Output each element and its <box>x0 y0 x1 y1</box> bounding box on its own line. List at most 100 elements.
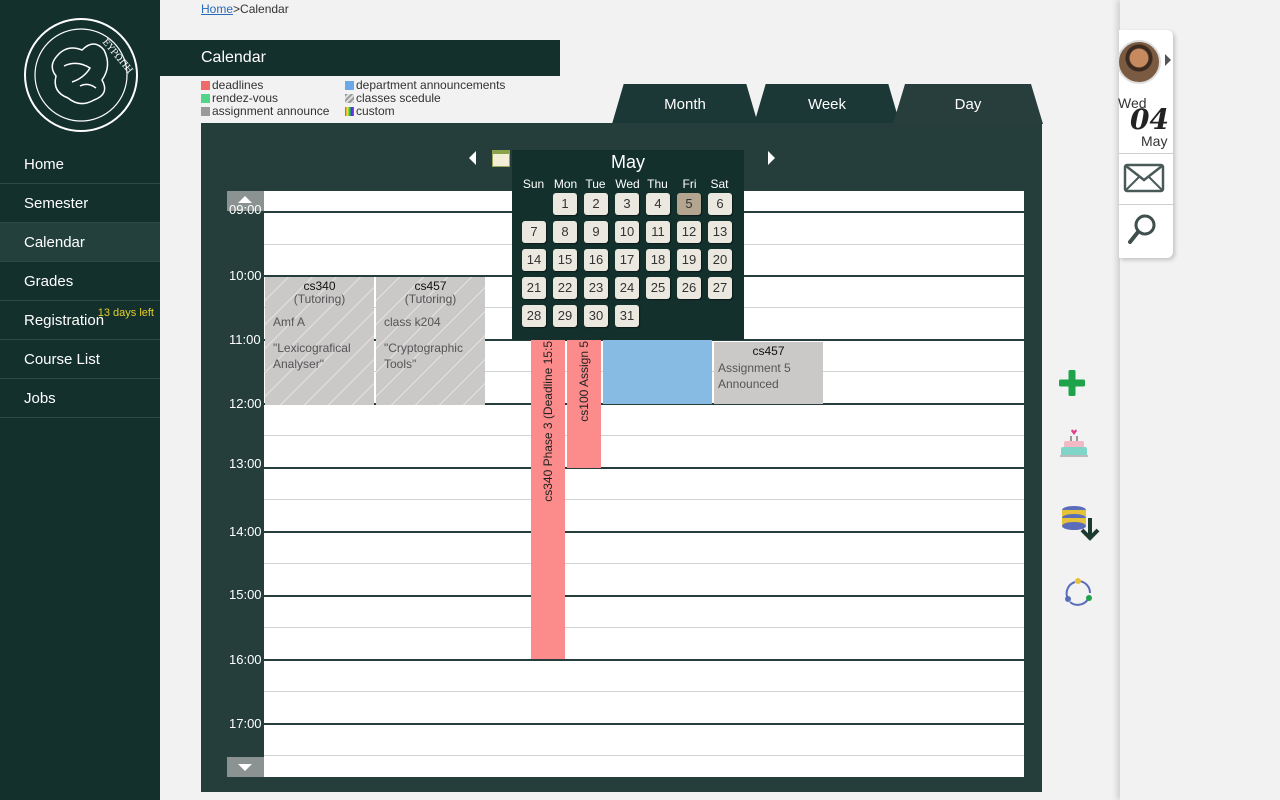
day-cell[interactable]: 15 <box>553 249 577 271</box>
weekday-header: Thu <box>647 177 668 191</box>
legend-swatch <box>201 107 210 116</box>
event-cs340-tutoring[interactable]: cs340 (Tutoring) Amf A "Lexicografical A… <box>265 277 374 405</box>
breadcrumb-home-link[interactable]: Home <box>201 2 233 16</box>
day-cell[interactable]: 31 <box>615 305 639 327</box>
tab-week[interactable]: Week <box>754 84 900 124</box>
day-cell[interactable]: 2 <box>584 193 608 215</box>
previous-day-arrow-icon[interactable] <box>469 151 476 165</box>
day-cell[interactable]: 6 <box>708 193 732 215</box>
logo-text: ΕΥΡΩΠΗ <box>100 38 135 77</box>
weekday-header: Sun <box>522 177 545 191</box>
day-cell[interactable]: 17 <box>615 249 639 271</box>
day-cell[interactable]: 25 <box>646 277 670 299</box>
day-cell[interactable]: 4 <box>646 193 670 215</box>
legend-label: department announcements <box>356 78 506 92</box>
tab-label: Month <box>664 96 706 113</box>
sidebar-item-semester[interactable]: Semester <box>0 184 160 223</box>
day-cell[interactable]: 13 <box>708 221 732 243</box>
hour-label: 16:00 <box>229 652 262 667</box>
sidebar-item-label: Calendar <box>24 234 85 251</box>
day-cell[interactable]: 3 <box>615 193 639 215</box>
day-cell[interactable]: 21 <box>522 277 546 299</box>
day-cell-today[interactable]: 5 <box>677 193 701 215</box>
day-cell[interactable]: 12 <box>677 221 701 243</box>
next-day-arrow-icon[interactable] <box>768 151 775 165</box>
sidebar-item-calendar[interactable]: Calendar <box>0 223 160 262</box>
chevron-down-icon <box>238 764 252 771</box>
sidebar-item-label: Grades <box>24 273 74 290</box>
day-cell[interactable]: 11 <box>646 221 670 243</box>
legend-label: deadlines <box>212 78 264 92</box>
tab-month[interactable]: Month <box>612 84 758 124</box>
divider <box>1119 204 1173 205</box>
day-cell[interactable]: 8 <box>553 221 577 243</box>
sidebar-item-home[interactable]: Home <box>0 145 160 184</box>
weekday-header: Wed <box>615 177 640 191</box>
legend-item-custom: custom <box>345 105 395 118</box>
day-cell[interactable]: 1 <box>553 193 577 215</box>
event-cs340-deadline[interactable]: cs340 Phase 3 (Deadline 15:5 <box>531 331 565 659</box>
day-cell[interactable]: 14 <box>522 249 546 271</box>
event-topic: "Lexicografical Analyser" <box>273 341 351 371</box>
event-cs457-assignment-announce[interactable]: cs457 Assignment 5 Announced <box>714 342 823 404</box>
add-icon[interactable] <box>1058 369 1086 397</box>
day-cell[interactable]: 19 <box>677 249 701 271</box>
weekday-header: Fri <box>682 177 697 191</box>
day-cell[interactable]: 10 <box>615 221 639 243</box>
sidebar-item-course-list[interactable]: Course List <box>0 340 160 379</box>
event-label: cs100 Assign 5 <box>577 341 591 422</box>
database-download-icon[interactable] <box>1060 500 1104 544</box>
sidebar: ΕΥΡΩΠΗ Home Semester Calendar Grades Reg… <box>0 0 160 800</box>
sidebar-item-label: Registration <box>24 312 105 329</box>
event-subtitle: (Tutoring) <box>293 292 346 306</box>
event-label: cs340 Phase 3 (Deadline 15:5 <box>541 341 555 502</box>
tab-label: Week <box>807 96 847 113</box>
day-cell[interactable]: 18 <box>646 249 670 271</box>
sidebar-item-jobs[interactable]: Jobs <box>0 379 160 418</box>
legend-swatch <box>201 94 210 103</box>
legend-label: classes scedule <box>356 91 441 105</box>
calendar-icon[interactable] <box>492 150 510 167</box>
scroll-down-button[interactable] <box>227 757 264 777</box>
cake-icon[interactable] <box>1058 425 1090 459</box>
sidebar-item-registration[interactable]: Registration 13 days left <box>0 301 160 340</box>
event-location: class k204 <box>384 315 441 329</box>
day-cell[interactable]: 23 <box>584 277 608 299</box>
date-day: 04 <box>1130 103 1169 136</box>
breadcrumb-current: Calendar <box>240 2 289 16</box>
legend-label: rendez-vous <box>212 91 279 105</box>
hour-label: 14:00 <box>229 524 262 539</box>
registration-days-left-badge: 13 days left <box>97 307 154 319</box>
user-avatar[interactable] <box>1117 40 1161 84</box>
legend-item-assignment-announce: assignment announce <box>201 105 329 118</box>
event-cs100-deadline[interactable]: cs100 Assign 5 <box>567 331 601 468</box>
hour-label: 17:00 <box>229 716 262 731</box>
weekday-header: Sat <box>710 177 729 191</box>
chevron-right-icon[interactable] <box>1165 54 1171 66</box>
tab-day[interactable]: Day <box>893 84 1043 124</box>
day-cell[interactable]: 30 <box>584 305 608 327</box>
weekday-header: Tue <box>585 177 606 191</box>
day-cell[interactable]: 16 <box>584 249 608 271</box>
event-department-announcement[interactable] <box>603 331 712 404</box>
day-cell[interactable]: 26 <box>677 277 701 299</box>
event-cs457-tutoring[interactable]: cs457 (Tutoring) class k204 "Cryptograph… <box>376 277 485 405</box>
day-cell[interactable]: 24 <box>615 277 639 299</box>
legend-label: assignment announce <box>212 104 330 118</box>
day-cell[interactable]: 29 <box>553 305 577 327</box>
sync-icon[interactable] <box>1062 577 1094 609</box>
day-cell[interactable]: 9 <box>584 221 608 243</box>
day-cell[interactable]: 22 <box>553 277 577 299</box>
sidebar-item-label: Course List <box>24 351 100 368</box>
day-cell[interactable]: 20 <box>708 249 732 271</box>
day-cell[interactable]: 7 <box>522 221 546 243</box>
day-cell[interactable]: 28 <box>522 305 546 327</box>
mail-icon[interactable] <box>1123 162 1165 194</box>
search-icon[interactable] <box>1127 212 1159 246</box>
sidebar-item-grades[interactable]: Grades <box>0 262 160 301</box>
month-picker-popup: May Sun Mon Tue Wed Thu Fri Sat 1 2 3 4 … <box>512 150 744 340</box>
hour-label: 09:00 <box>229 202 262 217</box>
weekday-header: Mon <box>553 177 578 191</box>
day-cell[interactable]: 27 <box>708 277 732 299</box>
divider <box>1119 153 1173 154</box>
